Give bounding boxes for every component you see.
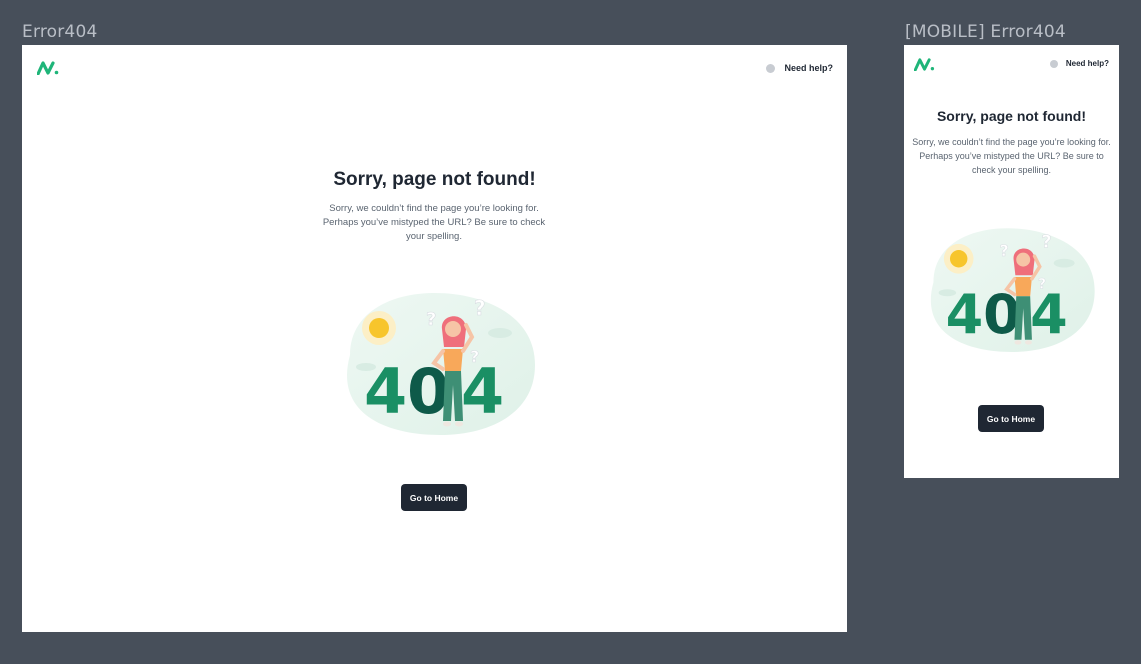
- illustration-digit-1: 4: [364, 355, 407, 428]
- mobile-frame-label: [MOBILE] Error404: [905, 22, 1066, 42]
- 404-illustration: ? ? ? 4 0 4: [347, 293, 535, 435]
- logo-icon[interactable]: [37, 61, 59, 75]
- page-title: Sorry, page not found!: [936, 108, 1087, 124]
- need-help-link[interactable]: Need help?: [766, 63, 833, 73]
- go-to-home-button[interactable]: Go to Home: [401, 484, 467, 511]
- svg-text:?: ?: [1042, 232, 1052, 252]
- svg-text:?: ?: [426, 309, 436, 330]
- mobile-error404-frame: Need help? Sorry, page not found! Sorry,…: [904, 45, 1119, 478]
- desktop-error404-frame: Need help? Sorry, page not found! Sorry,…: [22, 45, 847, 632]
- 404-illustration: ? ? ? 4 0 4: [930, 228, 1095, 353]
- need-help-label: Need help?: [1065, 59, 1109, 68]
- illustration-digit-3: 4: [1030, 283, 1068, 346]
- page-description: Sorry, we couldn’t find the page you’re …: [912, 137, 1111, 175]
- need-help-label: Need help?: [784, 63, 833, 73]
- need-help-link[interactable]: Need help?: [1049, 59, 1109, 68]
- illustration-digit-1: 4: [946, 283, 984, 346]
- logo-icon[interactable]: [914, 58, 935, 71]
- illustration-digit-3: 4: [461, 355, 504, 428]
- svg-text:?: ?: [474, 296, 486, 320]
- gear-icon: [766, 63, 776, 73]
- svg-text:?: ?: [1000, 241, 1009, 260]
- page-title: Sorry, page not found!: [333, 169, 536, 190]
- page-description: Sorry, we couldn’t find the page you’re …: [322, 203, 546, 242]
- desktop-frame-label: Error404: [22, 22, 98, 42]
- gear-icon: [1049, 59, 1058, 68]
- go-to-home-button[interactable]: Go to Home: [978, 405, 1044, 432]
